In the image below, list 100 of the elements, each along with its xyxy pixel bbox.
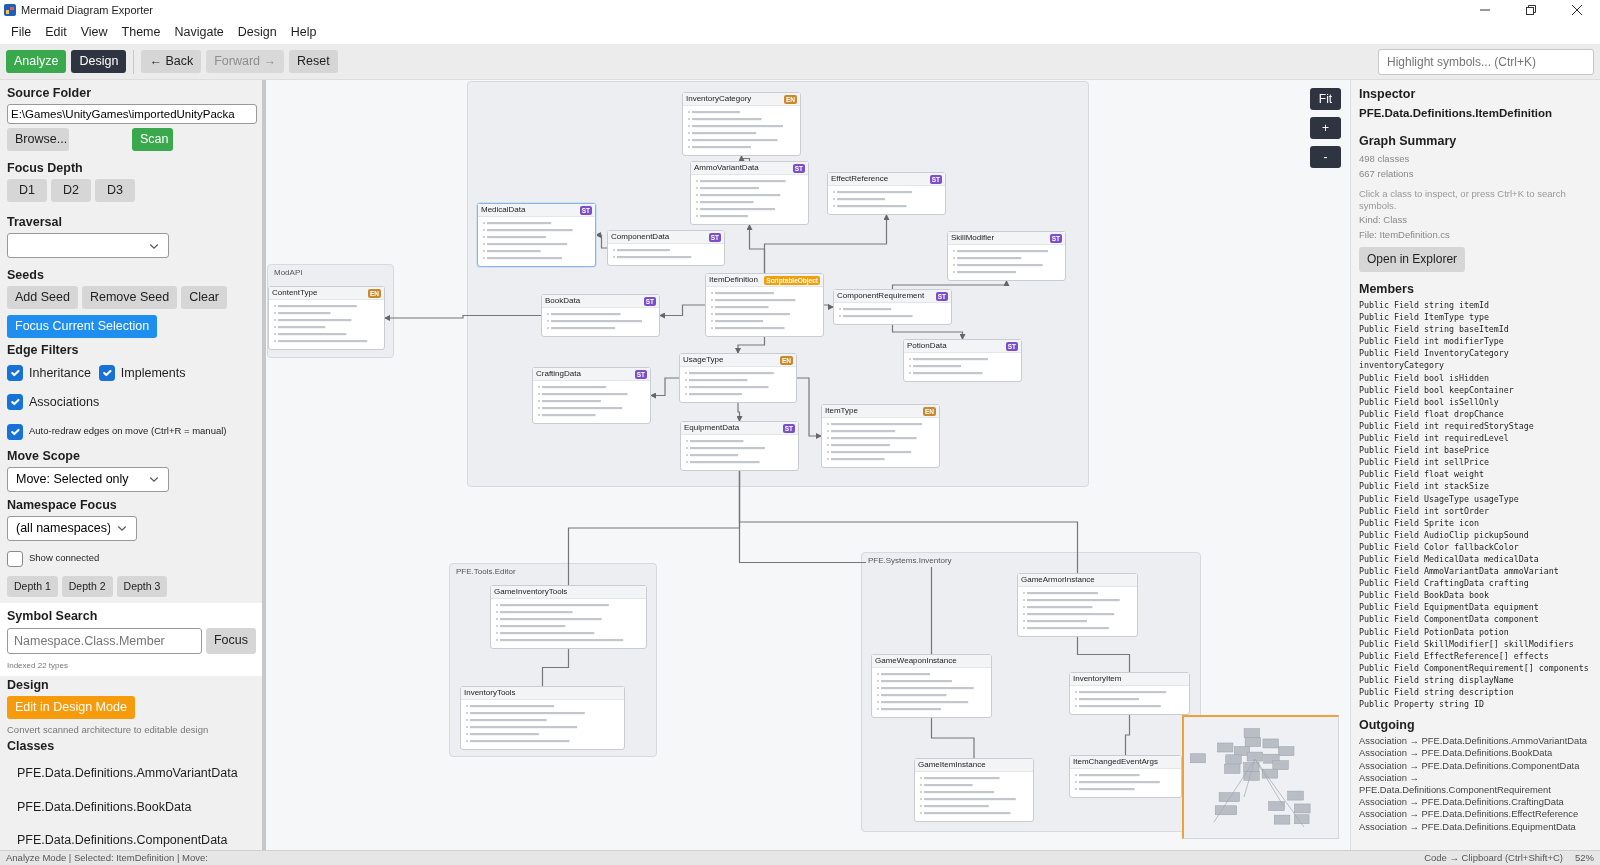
member-text: Public Field UsageType usageType (1359, 492, 1520, 505)
seed-button[interactable]: Clear (181, 286, 227, 309)
search-field[interactable]: Highlight symbols... (Ctrl+K) (1378, 48, 1594, 75)
class-list-item[interactable]: PFE.Data.Definitions.ComponentData (7, 824, 256, 850)
group-label: PFE.Systems.Inventory (866, 555, 954, 567)
class-card[interactable]: InventoryTools (460, 686, 625, 750)
member-text: Public Field InventoryCategory inventoryCategory (1359, 347, 1510, 372)
open-explorer-button[interactable]: Open in Explorer (1359, 247, 1466, 272)
traversal-select[interactable] (7, 233, 169, 258)
window-title: Mermaid Diagram Exporter (21, 2, 154, 18)
member-text: Public Field string displayName (1359, 673, 1515, 686)
member-text: Public Field AudioClip pickupSound (1359, 528, 1530, 541)
section-heading: Members (1359, 281, 1415, 297)
connector-arrow (659, 304, 706, 319)
close-icon[interactable] (1571, 4, 1583, 16)
class-title: ComponentRequirement (837, 290, 925, 302)
class-title: EffectReference (831, 173, 889, 185)
menu-item[interactable]: Help (283, 22, 324, 42)
depth-button[interactable]: Depth 2 (61, 575, 113, 597)
class-title: GameInventoryTools (494, 586, 568, 598)
class-list-item[interactable]: PFE.Data.Definitions.AmmoVariantData (7, 756, 256, 791)
connector-arrow (796, 377, 822, 439)
class-title: UsageType (683, 354, 724, 366)
section-heading: Edge Filters (7, 343, 80, 358)
zoom-button[interactable]: + (1310, 117, 1341, 139)
mode-button[interactable]: Design (71, 50, 127, 73)
class-card[interactable]: GameArmorInstance (1017, 573, 1138, 637)
member-text: Public Field int basePrice (1359, 444, 1490, 457)
class-card[interactable]: GameItemInstance (914, 758, 1034, 822)
connector-arrow (736, 402, 743, 422)
depth-button[interactable]: D2 (51, 179, 91, 202)
nav-button[interactable]: Reset (289, 50, 338, 73)
connector-line (1124, 714, 1131, 756)
checkbox[interactable] (7, 423, 23, 440)
depth-button[interactable]: D1 (7, 179, 47, 202)
seed-button[interactable]: Remove Seed (81, 286, 178, 309)
depth-button[interactable]: D3 (95, 179, 135, 202)
menu-item[interactable]: Edit (38, 22, 74, 42)
nav-button[interactable]: ← Back (141, 50, 202, 73)
checkbox-label: Auto-redraw edges on move (Ctrl+R = manual) (29, 424, 227, 439)
member-text: Public Field float weight (1359, 468, 1485, 481)
depth-button[interactable]: Depth 1 (7, 575, 58, 597)
focus-button[interactable]: Focus (205, 627, 256, 654)
member-text: Public Field ComponentRequirement[] components (1359, 661, 1590, 674)
class-title: GameArmorInstance (1021, 574, 1095, 586)
checkbox-label: Associations (29, 393, 100, 411)
folder-field[interactable]: E:\Games\UnityGames\importedUnityPacka (7, 104, 257, 124)
class-card[interactable]: GameInventoryTools (490, 585, 647, 649)
menu-item[interactable]: Design (230, 22, 284, 42)
browse-button[interactable]: Browse... (7, 128, 69, 151)
checkbox[interactable] (7, 394, 23, 411)
symbol-search-field[interactable]: Namespace.Class.Member (7, 627, 202, 654)
class-card[interactable]: ItemChangedEventArgs (1069, 755, 1182, 798)
menu-item[interactable]: File (4, 22, 39, 42)
menu-item[interactable]: View (73, 22, 115, 42)
checkbox[interactable] (98, 365, 115, 382)
zoom-button[interactable]: Fit (1310, 88, 1341, 110)
class-card[interactable]: GameWeaponInstance (871, 654, 992, 718)
section-heading: Source Folder (7, 86, 93, 101)
menu-item[interactable]: Theme (114, 22, 168, 42)
restore-icon[interactable] (1525, 4, 1537, 16)
class-title: SkillModifier (951, 232, 995, 244)
checkbox[interactable] (7, 550, 23, 567)
seed-button[interactable]: Add Seed (7, 286, 78, 309)
indexed-count: Indexed 22 types (7, 659, 69, 672)
shortcut-hint: Code → Clipboard (Ctrl+Shift+C) (1424, 850, 1563, 865)
class-title: InventoryCategory (686, 93, 752, 105)
member-text: Public Field BookData book (1359, 589, 1490, 602)
hint-text: Click a class to inspect, or press Ctrl+K to search symbols. (1359, 188, 1567, 212)
relation-text: Association → PFE.Data.Definitions.EquipmentData (1359, 820, 1577, 833)
member-text: Public Field bool isHidden (1359, 371, 1490, 384)
member-text: Public Field string baseItemId (1359, 323, 1510, 336)
member-text: Public Field string itemId (1359, 299, 1490, 312)
member-text: Public Field SkillModifier[] skillModifiers (1359, 637, 1575, 650)
member-text: Public Field ComponentData component (1359, 613, 1540, 626)
menu-item[interactable]: Navigate (167, 22, 231, 42)
relation-text: Association → PFE.Data.Definitions.CraftingData (1359, 796, 1565, 809)
connector-line (930, 717, 975, 759)
selected-class-name: PFE.Data.Definitions.ItemDefinition (1359, 106, 1553, 121)
summary-text: 667 relations (1359, 167, 1415, 181)
member-text: Public Field int requiredLevel (1359, 432, 1510, 445)
class-card[interactable]: InventoryItem (1069, 672, 1190, 715)
member-text: Public Field EffectReference[] effects (1359, 649, 1550, 662)
member-text: Public Field AmmoVariantData ammoVariant (1359, 565, 1560, 578)
relation-text: Association → PFE.Data.Definitions.AmmoVariantData (1359, 735, 1589, 748)
relation-text: Association → PFE.Data.Definitions.ComponentData (1359, 759, 1581, 772)
zoom-button[interactable]: - (1310, 146, 1341, 168)
checkbox[interactable] (7, 365, 23, 382)
namespace-select[interactable]: (all namespaces) (7, 515, 137, 541)
move-scope-select[interactable]: Move: Selected only (7, 466, 169, 492)
class-list-item[interactable]: PFE.Data.Definitions.BookData (7, 790, 256, 825)
relation-text: Association → PFE.Data.Definitions.ComponentRequirement (1359, 771, 1552, 797)
section-heading: Symbol Search (7, 608, 99, 624)
member-text: Public Field string description (1359, 686, 1515, 699)
connector-arrow (738, 155, 751, 162)
member-text: Public Field int requiredStoryStage (1359, 419, 1535, 433)
section-heading: Classes (7, 738, 56, 754)
design-note: Convert scanned architecture to editable design (7, 722, 210, 737)
depth-button[interactable]: Depth 3 (116, 575, 168, 597)
connector-line (1076, 636, 1131, 673)
